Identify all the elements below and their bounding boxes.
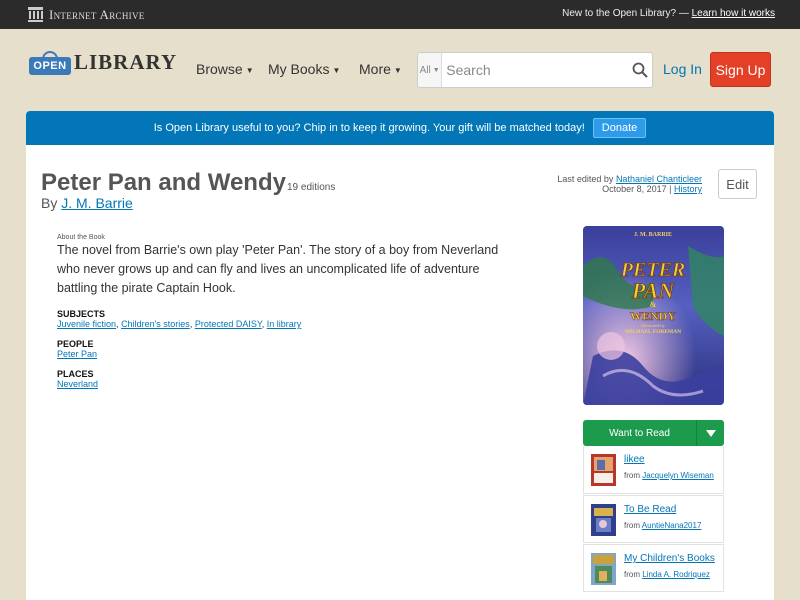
list-title-link[interactable]: My Children's Books xyxy=(624,553,715,564)
caret-down-icon xyxy=(705,429,716,437)
list-from-label: from xyxy=(624,570,640,579)
book-page-card: Is Open Library useful to you? Chip in t… xyxy=(26,111,774,600)
caret-down-icon: ▼ xyxy=(332,65,341,75)
list-from-label: from xyxy=(624,471,640,480)
editor-link[interactable]: Nathaniel Chanticleer xyxy=(616,174,702,184)
edit-button[interactable]: Edit xyxy=(718,169,757,199)
about-label: About the Book xyxy=(57,234,105,241)
list-cover-thumbnail[interactable] xyxy=(591,454,616,486)
list-item: likee from Jacquelyn Wiseman xyxy=(583,446,724,494)
donate-banner-text: Is Open Library useful to you? Chip in t… xyxy=(153,122,585,134)
edit-date: October 8, 2017 xyxy=(602,184,667,194)
donate-button[interactable]: Donate xyxy=(592,118,647,138)
list-owner: from Linda A. Rodriquez xyxy=(624,570,710,579)
cover-title-amp: & xyxy=(650,300,657,309)
logo-library-text: LIBRARY xyxy=(74,50,178,74)
want-to-read-label[interactable]: Want to Read xyxy=(583,420,697,446)
subjects-section: SUBJECTS Juvenile fiction, Children's st… xyxy=(57,309,302,329)
cover-title-line3: WENDY xyxy=(630,309,676,323)
subject-link[interactable]: Children's stories xyxy=(121,319,190,329)
history-link[interactable]: History xyxy=(674,184,702,194)
open-library-logo[interactable]: OPEN LIBRARY xyxy=(29,50,177,75)
search-input[interactable] xyxy=(442,53,628,87)
edit-separator: | xyxy=(669,184,672,194)
caret-down-icon: ▼ xyxy=(245,65,254,75)
ia-prompt-text: New to the Open Library? — xyxy=(562,8,689,19)
nav-browse-label: Browse xyxy=(196,61,243,77)
search-icon[interactable] xyxy=(627,53,652,87)
book-cover[interactable]: J. M. BARRIE PETER PAN & WENDY Illustrat… xyxy=(583,226,724,405)
list-owner: from Jacquelyn Wiseman xyxy=(624,471,714,480)
nav-my-books-label: My Books xyxy=(268,61,330,77)
signup-button[interactable]: Sign Up xyxy=(710,52,771,87)
places-section: PLACES Neverland xyxy=(57,369,98,389)
places-heading: PLACES xyxy=(57,369,94,379)
nav-browse[interactable]: Browse ▼ xyxy=(196,61,254,77)
last-edited-label: Last edited by xyxy=(557,174,614,184)
site-header: OPEN LIBRARY Browse ▼ My Books ▼ More ▼ All… xyxy=(0,29,800,109)
people-section: PEOPLE Peter Pan xyxy=(57,339,97,359)
list-owner-link[interactable]: AuntieNana2017 xyxy=(642,521,702,530)
learn-how-link[interactable]: Learn how it works xyxy=(692,8,775,19)
search-scope-select[interactable]: All ▼ xyxy=(418,53,443,87)
donate-banner: Is Open Library useful to you? Chip in t… xyxy=(26,111,774,145)
ia-brand-text: Internet Archive xyxy=(49,6,145,22)
subject-link[interactable]: Protected DAISY xyxy=(195,319,262,329)
nav-more[interactable]: More ▼ xyxy=(359,61,402,77)
list-from-label: from xyxy=(624,521,640,530)
author-link[interactable]: J. M. Barrie xyxy=(61,195,133,211)
search-scope-label: All xyxy=(419,64,431,76)
list-item: My Children's Books from Linda A. Rodriq… xyxy=(583,544,724,592)
people-heading: PEOPLE xyxy=(57,339,94,349)
list-title-link[interactable]: likee xyxy=(624,454,645,465)
person-link[interactable]: Peter Pan xyxy=(57,349,97,359)
list-cover-thumbnail[interactable] xyxy=(591,504,616,536)
list-item: To Be Read from AuntieNana2017 xyxy=(583,495,724,543)
lists-panel: likee from Jacquelyn Wiseman To Be Read … xyxy=(583,446,724,592)
list-owner-link[interactable]: Linda A. Rodriquez xyxy=(642,570,710,579)
editions-count: 19 editions xyxy=(287,182,336,193)
cover-author: J. M. BARRIE xyxy=(634,232,672,238)
cover-illustrated-by: Illustrated by xyxy=(641,323,666,328)
cover-illustrator: MICHAEL FOREMAN xyxy=(625,329,681,335)
search-bar: All ▼ xyxy=(417,52,653,88)
nav-my-books[interactable]: My Books ▼ xyxy=(268,61,340,77)
place-link[interactable]: Neverland xyxy=(57,379,98,389)
caret-down-icon: ▼ xyxy=(432,66,440,74)
caret-down-icon: ▼ xyxy=(393,65,402,75)
book-description: The novel from Barrie's own play 'Peter … xyxy=(57,243,499,295)
nav-more-label: More xyxy=(359,61,391,77)
want-to-read-button[interactable]: Want to Read xyxy=(583,420,724,446)
ia-temple-icon xyxy=(28,7,43,22)
book-title: Peter Pan and Wendy xyxy=(41,169,286,196)
ia-top-bar: Internet Archive New to the Open Library… xyxy=(0,0,800,29)
list-title-link[interactable]: To Be Read xyxy=(624,504,676,515)
list-cover-thumbnail[interactable] xyxy=(591,553,616,585)
list-owner-link[interactable]: Jacquelyn Wiseman xyxy=(642,471,714,480)
last-edited-info: Last edited by Nathaniel Chanticleer Oct… xyxy=(557,174,702,194)
login-link[interactable]: Log In xyxy=(663,61,702,77)
subject-link[interactable]: In library xyxy=(267,319,302,329)
open-sign-icon: OPEN xyxy=(29,50,71,75)
ia-logo-link[interactable]: Internet Archive xyxy=(28,6,145,23)
ia-learn-prompt: New to the Open Library? — Learn how it … xyxy=(562,8,775,19)
byline-prefix: By xyxy=(41,195,58,211)
subject-link[interactable]: Juvenile fiction xyxy=(57,319,116,329)
reading-log-dropdown[interactable] xyxy=(697,420,724,446)
byline: By J. M. Barrie xyxy=(41,195,133,211)
subjects-heading: SUBJECTS xyxy=(57,309,106,319)
list-owner: from AuntieNana2017 xyxy=(624,521,701,530)
